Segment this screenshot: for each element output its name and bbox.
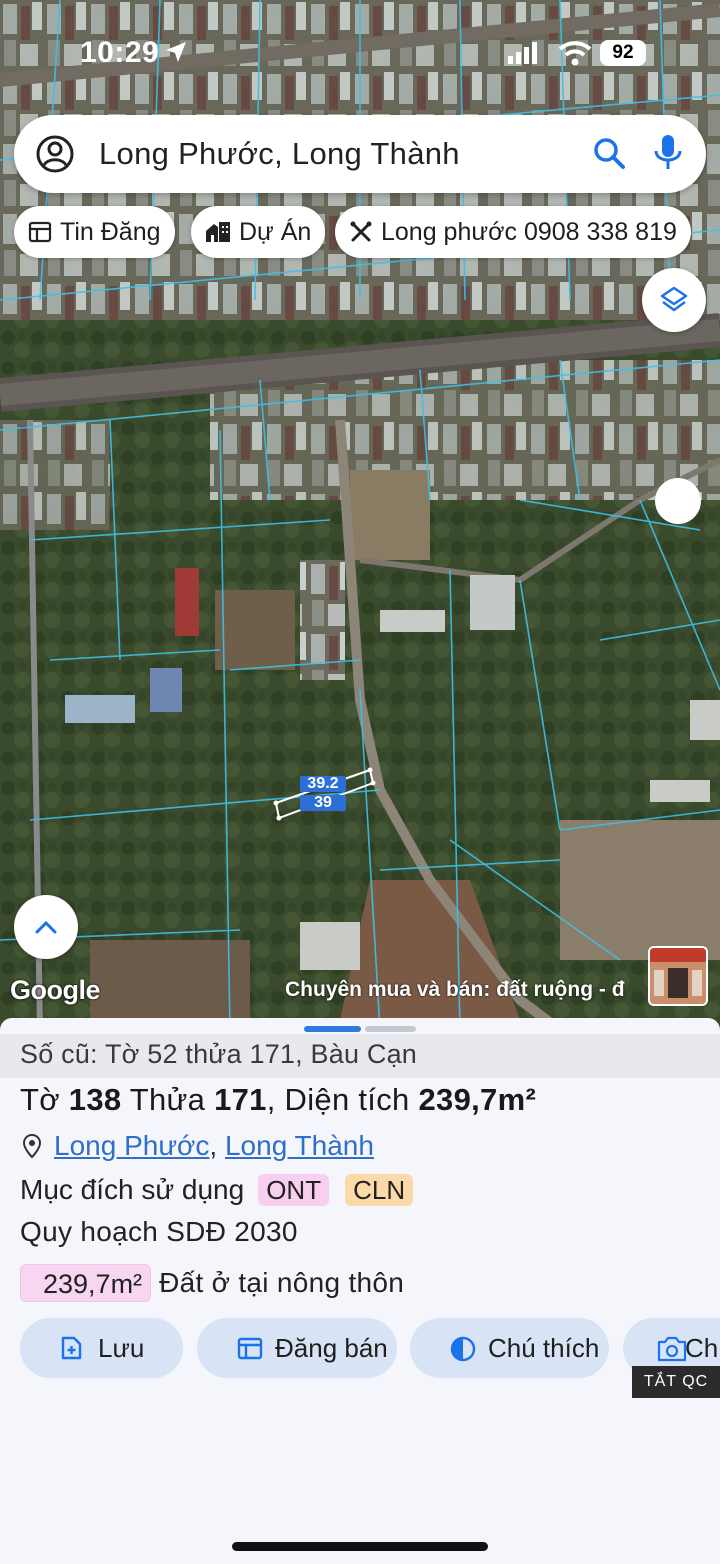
plot-length-label: 39.2 — [300, 776, 346, 792]
sheet-number: 138 — [68, 1082, 122, 1117]
calendar-icon — [237, 1337, 263, 1360]
location-pin-icon — [22, 1133, 42, 1159]
purpose-badge-cln: CLN — [345, 1174, 414, 1206]
legend-button[interactable]: Chú thích — [410, 1318, 609, 1378]
ad-thumbnail[interactable] — [648, 946, 708, 1006]
ad-banner-text[interactable]: Chuyên mua và bán: đất ruộng - đ — [285, 978, 645, 1002]
chevron-up-icon — [35, 920, 57, 934]
area-label: , Diện tích — [266, 1082, 410, 1117]
add-document-icon — [61, 1336, 82, 1360]
add-photo-icon — [657, 1336, 687, 1362]
tools-icon — [350, 221, 372, 242]
chip-contact[interactable]: Long phước 0908 338 819 — [335, 206, 691, 258]
area-breakdown: 239,7m² Đất ở tại nông thôn — [20, 1264, 404, 1302]
legend-button-label: Chú thích — [488, 1332, 600, 1363]
search-icon[interactable] — [592, 136, 626, 170]
status-bar: 10:29 92 — [0, 0, 720, 100]
land-use-plan-label: Quy hoạch SDĐ 2030 — [20, 1216, 298, 1247]
old-parcel-text: Số cũ: Tờ 52 thửa 171, Bàu Cạn — [20, 1039, 418, 1069]
photo-button-label: Ch — [685, 1332, 719, 1363]
parcel-number: 171 — [214, 1082, 267, 1117]
map-control-dot[interactable] — [655, 478, 701, 524]
land-use-purpose: Mục đích sử dụng ONT CLN — [20, 1174, 414, 1206]
district-link[interactable]: Long Thành — [225, 1130, 374, 1162]
area-description: Đất ở tại nông thôn — [159, 1267, 405, 1298]
layers-icon — [660, 286, 688, 312]
old-parcel-info: Số cũ: Tờ 52 thửa 171, Bàu Cạn — [0, 1034, 720, 1078]
chip-projects-label: Dự Án — [239, 217, 312, 246]
signal-icon — [508, 42, 537, 64]
contrast-icon — [450, 1336, 476, 1362]
plot-length-label-2: 39 — [300, 795, 346, 811]
location-separator: , — [209, 1130, 218, 1161]
chip-listings[interactable]: Tin Đăng — [14, 206, 175, 258]
status-time: 10:29 — [80, 36, 160, 69]
parcel-info-sheet[interactable]: Số cũ: Tờ 52 thửa 171, Bàu Cạn Tờ 138 Th… — [0, 1018, 720, 1564]
location-row: Long Phước, Long Thành — [22, 1130, 374, 1162]
search-input[interactable]: Long Phước, Long Thành — [99, 136, 460, 172]
area-pill: 239,7m² — [20, 1264, 152, 1302]
purpose-label: Mục đích sử dụng — [20, 1174, 245, 1205]
close-ads-button[interactable]: TẮT QC — [632, 1366, 720, 1398]
plot-dimension-labels: 39.2 39 — [300, 776, 346, 814]
sheet-handle-inactive[interactable] — [365, 1026, 416, 1032]
listing-icon — [28, 221, 52, 243]
chip-contact-label: Long phước 0908 338 819 — [381, 217, 677, 246]
save-button-label: Lưu — [98, 1332, 145, 1363]
microphone-icon[interactable] — [652, 133, 684, 173]
save-button[interactable]: Lưu — [20, 1318, 183, 1378]
chip-listings-label: Tin Đăng — [60, 217, 161, 246]
location-arrow-icon — [166, 42, 186, 62]
area-value: 239,7m² — [418, 1082, 537, 1117]
sheet-label: Tờ — [20, 1082, 60, 1117]
chip-projects[interactable]: Dự Án — [191, 206, 326, 258]
search-bar[interactable]: Long Phước, Long Thành — [14, 115, 706, 193]
account-icon[interactable] — [34, 133, 76, 175]
battery-indicator: 92 — [600, 40, 646, 66]
ward-link[interactable]: Long Phước — [54, 1130, 209, 1162]
wifi-icon — [558, 41, 592, 66]
project-icon — [206, 222, 230, 242]
parcel-title: Tờ 138 Thửa 171, Diện tích 239,7m² — [20, 1082, 536, 1118]
ad-thumbnail-image — [650, 948, 706, 1004]
post-for-sale-button[interactable]: Đăng bán — [197, 1318, 397, 1378]
satellite-map[interactable]: 10:29 92 Long Phước, Long Thành Tin Đăng… — [0, 0, 720, 1030]
google-logo: Google — [10, 975, 101, 1005]
sheet-handle-active[interactable] — [304, 1026, 361, 1032]
post-for-sale-label: Đăng bán — [275, 1332, 388, 1363]
purpose-badge-ont: ONT — [258, 1174, 330, 1206]
layers-button[interactable] — [642, 268, 706, 332]
parcel-label: Thửa — [129, 1082, 206, 1117]
expand-up-button[interactable] — [14, 895, 78, 959]
home-indicator[interactable] — [232, 1542, 488, 1551]
